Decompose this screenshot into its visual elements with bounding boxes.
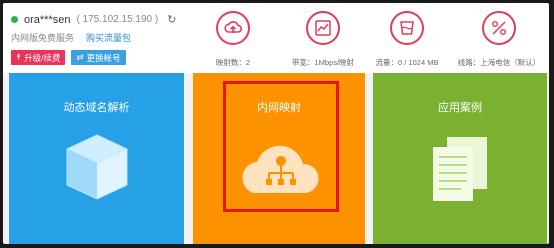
stat-mappings: 映射数：2: [183, 11, 283, 68]
username: ora***sen: [24, 13, 71, 26]
documents-icon: [433, 137, 487, 201]
account-header: ora***sen ( 175.102.15.190 ) ↻ 内网版免费服务 购…: [3, 3, 549, 73]
app-window: ora***sen ( 175.102.15.190 ) ↻ 内网版免费服务 购…: [3, 3, 549, 244]
plan-links: 内网版免费服务 购买流量包: [11, 31, 131, 44]
card-dynamic-dns-title: 动态域名解析: [63, 102, 130, 114]
upgrade-button-label: 升级/续费: [24, 52, 61, 63]
stat-traffic-label: 流量：0 / 1024 MB: [375, 58, 439, 67]
buy-traffic-link[interactable]: 购买流量包: [86, 31, 131, 44]
traffic-cup-icon: [390, 11, 424, 45]
user-info: ora***sen ( 175.102.15.190 ) ↻: [11, 13, 176, 26]
plan-label: 内网版免费服务: [11, 33, 75, 43]
refresh-icon[interactable]: ↻: [167, 13, 176, 26]
stats-bar: 映射数：2 带宽：1Mbps/映射 流量：0 / 1024 MB 线路：上海电信…: [203, 11, 549, 71]
switch-account-button-label: 更换帐号: [86, 52, 121, 63]
card-use-cases-title: 应用案例: [438, 102, 482, 114]
upgrade-button[interactable]: ⯭ 升级/续费: [11, 50, 66, 65]
card-intranet-mapping[interactable]: 内网映射: [193, 73, 365, 244]
route-icon: [482, 11, 516, 45]
card-use-cases[interactable]: 应用案例: [373, 73, 547, 244]
account-buttons: ⯭ 升级/续费 ⇄ 更换帐号: [11, 50, 126, 65]
stat-route-label: 线路：上海电信（默认）: [457, 58, 541, 67]
bandwidth-chart-icon: [306, 11, 340, 45]
online-status-icon: [11, 16, 18, 23]
cloud-upload-icon: [216, 11, 250, 45]
highlight-box: [223, 81, 339, 212]
switch-account-button[interactable]: ⇄ 更换帐号: [71, 50, 126, 65]
stat-mappings-label: 映射数：2: [215, 58, 251, 67]
swap-icon: ⇄: [76, 52, 84, 62]
double-chevron-up-icon: ⯭: [16, 52, 22, 62]
card-dynamic-dns[interactable]: 动态域名解析: [9, 73, 184, 244]
user-ip: ( 175.102.15.190 ): [76, 14, 159, 25]
stat-route: 线路：上海电信（默认）: [449, 11, 549, 68]
stat-traffic: 流量：0 / 1024 MB: [357, 11, 457, 68]
cube-icon: [66, 134, 128, 200]
